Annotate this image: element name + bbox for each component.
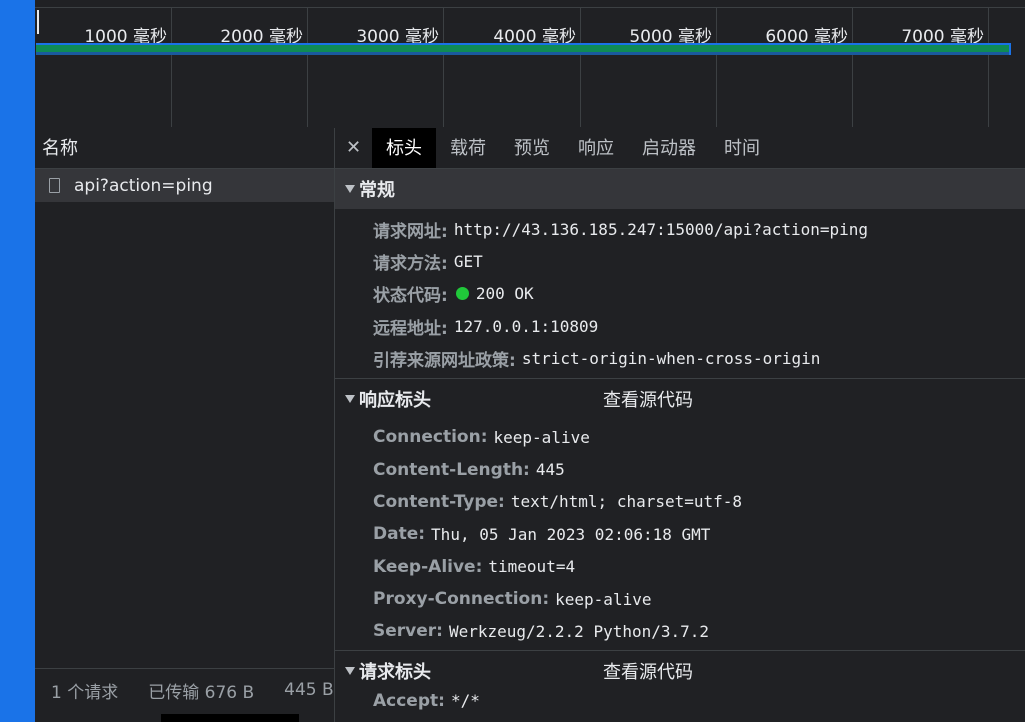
header-key: Date: [373,524,426,545]
header-key: 请求方法: [373,254,448,275]
detail-tabs: ✕ 标头 载荷 预览 响应 启动器 时间 [335,128,1025,169]
request-name: api?action=ping [74,175,213,196]
header-row: Content-Length: 445 [335,453,1025,485]
view-source-link[interactable]: 查看源代码 [603,386,693,412]
header-key: Connection: [373,427,488,448]
response-headers-section: Connection: keep-alive Content-Length: 445… [335,419,1025,650]
expand-triangle-icon [345,394,355,403]
expand-triangle-icon [345,666,355,675]
name-column-header[interactable]: 名称 [35,128,334,169]
request-list-panel: 名称 api?action=ping 1 个请求 已传输 676 B 445 B [35,128,335,722]
header-row: 远程地址: 127.0.0.1:10809 [335,310,1025,342]
header-key: Content-Length: [373,459,530,480]
header-row: 状态代码: 200 OK [335,278,1025,310]
header-value: text/html; charset=utf-8 [510,492,743,512]
request-headers-section-header[interactable]: 请求标头 查看源代码 [335,649,1025,691]
timeline-tick: 4000 毫秒 [444,8,581,127]
general-section: 请求网址: http://43.136.185.247:15000/api?act… [335,209,1025,378]
close-icon[interactable]: ✕ [335,128,372,168]
header-value: Werkzeug/2.2.2 Python/3.7.2 [448,621,710,641]
header-value: keep-alive [555,589,652,609]
header-key: Server: [373,621,443,642]
header-row: Proxy-Connection: keep-alive [335,583,1025,615]
left-accent-strip [0,0,35,722]
tab-headers[interactable]: 标头 [372,128,436,168]
header-value: 127.0.0.1:10809 [453,316,599,336]
status-summary: 1 个请求 已传输 676 B 445 B [35,668,334,711]
timeline-overview[interactable]: 1000 毫秒 2000 毫秒 3000 毫秒 4000 毫秒 5000 毫秒 … [35,0,1025,129]
header-row: Keep-Alive: timeout=4 [335,551,1025,583]
header-row: Content-Type: text/html; charset=utf-8 [335,486,1025,518]
response-headers-section-header[interactable]: 响应标头 查看源代码 [335,377,1025,419]
header-row: Connection: keep-alive [335,421,1025,453]
timeline-tick: 1000 毫秒 [35,8,172,127]
request-count: 1 个请求 [51,682,119,703]
header-row: 引荐来源网址政策: strict-origin-when-cross-origin [335,343,1025,375]
header-key: Accept: [373,690,445,711]
header-value: keep-alive [493,427,590,447]
view-source-link[interactable]: 查看源代码 [603,658,693,684]
general-section-header[interactable]: 常规 [335,169,1025,209]
header-value: http://43.136.185.247:15000/api?action=p… [453,219,869,239]
document-icon [49,178,60,193]
header-row: Server: Werkzeug/2.2.2 Python/3.7.2 [335,615,1025,647]
header-key: 状态代码: [373,286,448,307]
timeline-tick: 2000 毫秒 [172,8,308,127]
transferred-size: 已传输 676 B [148,682,255,703]
tab-preview[interactable]: 预览 [500,128,564,168]
tab-timing[interactable]: 时间 [710,128,774,168]
timeline-tick: 7000 毫秒 [853,8,989,127]
status-ok-icon [455,287,469,301]
header-row: 请求网址: http://43.136.185.247:15000/api?act… [335,213,1025,245]
header-value: 200 OK [475,284,534,304]
tab-initiator[interactable]: 启动器 [628,128,710,168]
header-key: Proxy-Connection: [373,589,550,610]
header-key: 引荐来源网址政策: [373,351,516,372]
header-value: timeout=4 [488,557,576,577]
header-value: 445 [535,460,565,480]
header-key: Content-Type: [373,491,505,512]
timeline-tick: 6000 毫秒 [717,8,853,127]
header-row: Accept: */* [335,691,1025,711]
header-value: GET [453,252,483,272]
header-row: 请求方法: GET [335,245,1025,277]
section-title: 响应标头 [359,389,431,411]
horizontal-scrollbar-thumb[interactable] [161,714,299,722]
expand-triangle-icon [345,185,355,193]
header-key: 请求网址: [373,221,448,242]
header-row: Date: Thu, 05 Jan 2023 02:06:18 GMT [335,518,1025,550]
header-value: */* [450,691,480,711]
timeline-tick: 3000 毫秒 [308,8,444,127]
tab-payload[interactable]: 载荷 [436,128,500,168]
request-detail-panel: ✕ 标头 载荷 预览 响应 启动器 时间 常规 请求网址: http://43.1… [335,128,1025,722]
tab-response[interactable]: 响应 [564,128,628,168]
section-title: 常规 [359,180,395,201]
section-title: 请求标头 [359,661,431,683]
header-key: Keep-Alive: [373,556,483,577]
header-value: strict-origin-when-cross-origin [521,349,821,369]
header-value: Thu, 05 Jan 2023 02:06:18 GMT [431,524,711,544]
header-key: 远程地址: [373,318,448,339]
timeline-tick: 5000 毫秒 [581,8,717,127]
request-timing-bar[interactable] [36,43,1009,55]
request-timing-bar-end [1009,43,1011,55]
request-row[interactable]: api?action=ping [35,169,334,202]
